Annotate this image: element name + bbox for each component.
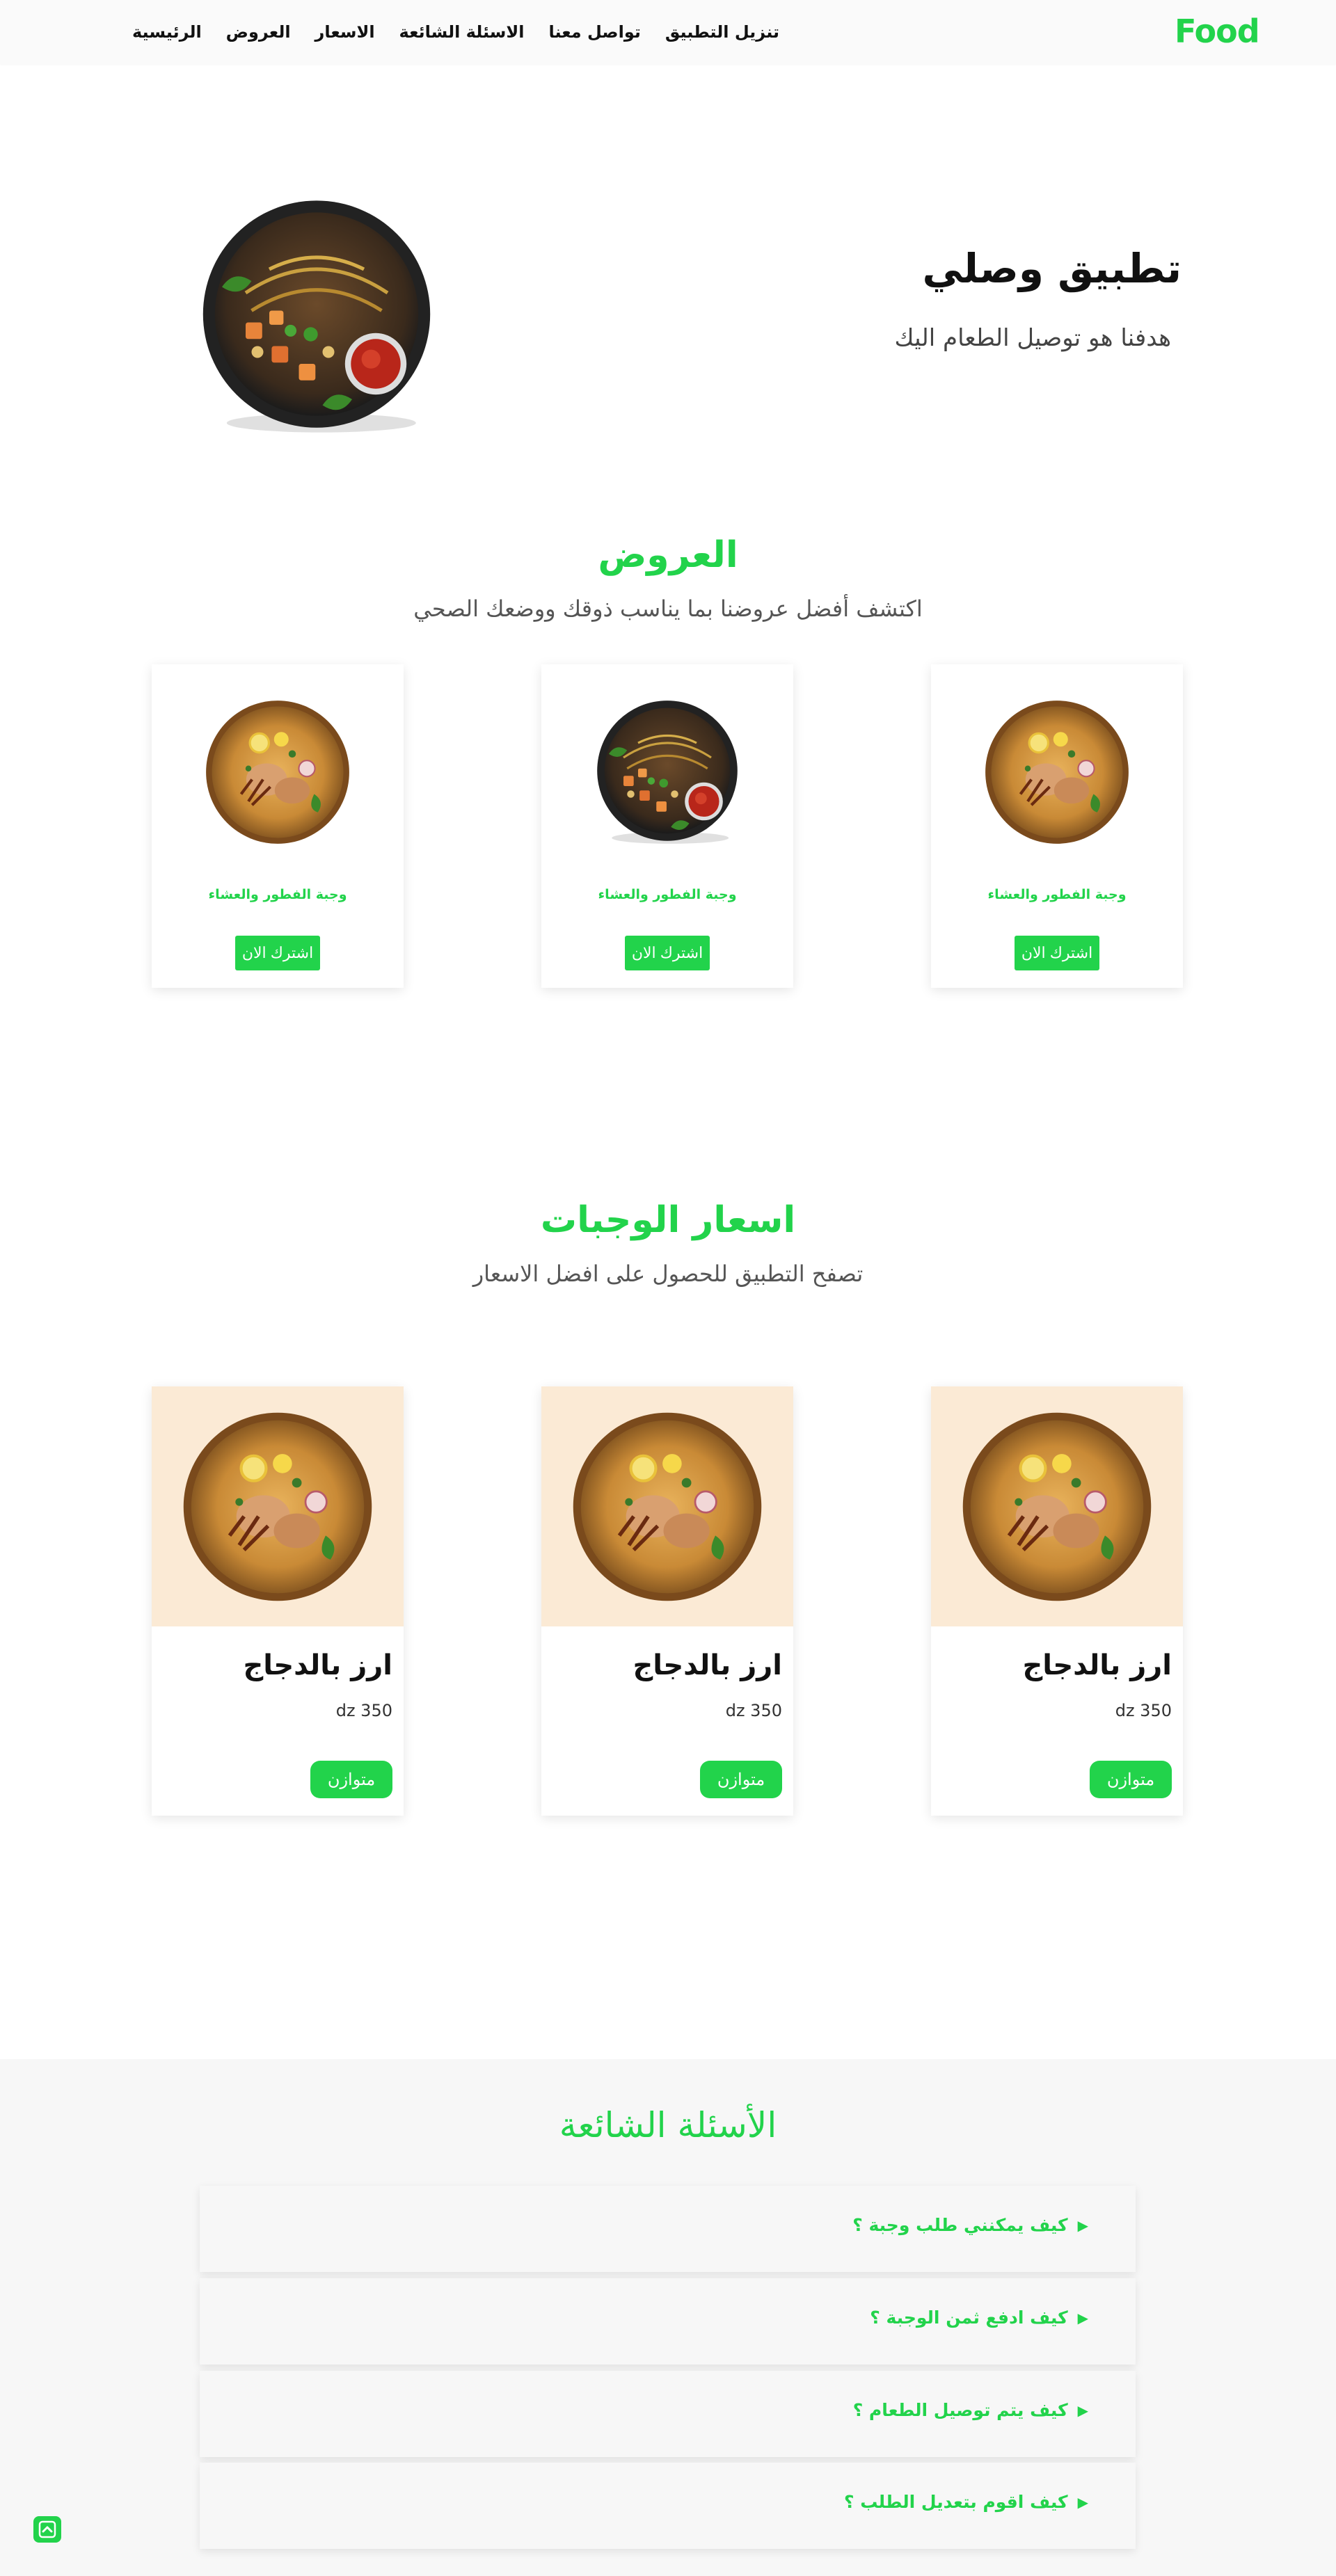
meal-name: ارز بالدجاج bbox=[1022, 1649, 1172, 1681]
subscribe-button[interactable]: اشترك الان bbox=[1015, 936, 1099, 970]
nav-links: الرئيسية العروض الاسعار الاسئلة الشائعة … bbox=[132, 18, 779, 46]
faq-question-text: كيف اقوم بتعديل الطلب ؟ bbox=[844, 2492, 1068, 2512]
meal-image-frame bbox=[152, 1386, 404, 1626]
nav-link-download[interactable]: تنزيل التطبيق bbox=[665, 22, 779, 42]
chevron-up-icon bbox=[38, 2520, 56, 2538]
faq-question: ▶ كيف ادفع ثمن الوجبة ؟ bbox=[870, 2307, 1088, 2328]
prices-title: اسعار الوجبات bbox=[540, 1199, 796, 1241]
faq-item[interactable]: ▶ كيف اقوم بتعديل الطلب ؟ bbox=[200, 2463, 1136, 2549]
offer-card: وجبة الفطور والعشاء اشترك الان bbox=[931, 664, 1183, 988]
meal-price: dz 350 bbox=[725, 1701, 782, 1720]
meal-name: ارز بالدجاج bbox=[243, 1649, 392, 1681]
offer-label: وجبة الفطور والعشاء bbox=[208, 887, 347, 902]
meal-price: dz 350 bbox=[1115, 1701, 1172, 1720]
faq-question-text: كيف ادفع ثمن الوجبة ؟ bbox=[870, 2307, 1068, 2328]
food-bowl-image bbox=[198, 198, 435, 435]
faq-title: الأسئلة الشائعة bbox=[559, 2105, 777, 2145]
subscribe-button[interactable]: اشترك الان bbox=[625, 936, 710, 970]
faq-question: ▶ كيف يمكنني طلب وجبة ؟ bbox=[852, 2215, 1088, 2235]
caret-right-icon: ▶ bbox=[1077, 2216, 1088, 2234]
faq-question: ▶ كيف اقوم بتعديل الطلب ؟ bbox=[844, 2492, 1088, 2512]
balanced-tag-button[interactable]: متوازن bbox=[1090, 1761, 1172, 1798]
faq-section: الأسئلة الشائعة ▶ كيف يمكنني طلب وجبة ؟ … bbox=[0, 2059, 1336, 2576]
faq-question: ▶ كيف يتم توصيل الطعام ؟ bbox=[853, 2400, 1088, 2420]
meal-image-frame bbox=[541, 1386, 793, 1626]
faq-item[interactable]: ▶ كيف يمكنني طلب وجبة ؟ bbox=[200, 2186, 1136, 2272]
biryani-plate-image bbox=[984, 699, 1130, 845]
brand-logo[interactable]: Food bbox=[1175, 13, 1260, 50]
meal-price: dz 350 bbox=[335, 1701, 392, 1720]
offers-subtitle: اكتشف أفضل عروضنا بما يناسب ذوقك ووضعك ا… bbox=[413, 595, 923, 622]
offer-label: وجبة الفطور والعشاء bbox=[987, 887, 1127, 902]
biryani-plate-image bbox=[205, 699, 351, 845]
biryani-plate-image bbox=[961, 1411, 1153, 1603]
hero-title: تطبيق وصلي bbox=[922, 245, 1182, 292]
caret-right-icon: ▶ bbox=[1077, 2493, 1088, 2511]
meal-name: ارز بالدجاج bbox=[633, 1649, 782, 1681]
nav-link-home[interactable]: الرئيسية bbox=[132, 22, 202, 42]
offers-title: العروض bbox=[598, 534, 738, 576]
hero-subtitle: هدفنا هو توصيل الطعام اليك bbox=[894, 324, 1171, 352]
caret-right-icon: ▶ bbox=[1077, 2401, 1088, 2419]
nav-link-offers[interactable]: العروض bbox=[226, 22, 291, 42]
balanced-tag-button[interactable]: متوازن bbox=[310, 1761, 392, 1798]
faq-question-text: كيف يمكنني طلب وجبة ؟ bbox=[852, 2215, 1068, 2235]
price-card: ارز بالدجاج dz 350 متوازن bbox=[152, 1386, 404, 1816]
nav-link-contact[interactable]: تواصل معنا bbox=[548, 22, 640, 42]
price-card: ارز بالدجاج dz 350 متوازن bbox=[931, 1386, 1183, 1816]
scroll-top-button[interactable] bbox=[33, 2516, 61, 2543]
offer-label: وجبة الفطور والعشاء bbox=[598, 887, 737, 902]
prices-subtitle: تصفح التطبيق للحصول على افضل الاسعار bbox=[472, 1261, 864, 1287]
food-bowl-image bbox=[594, 699, 740, 845]
biryani-plate-image bbox=[571, 1411, 763, 1603]
nav-link-prices[interactable]: الاسعار bbox=[315, 22, 375, 42]
caret-right-icon: ▶ bbox=[1077, 2309, 1088, 2326]
faq-question-text: كيف يتم توصيل الطعام ؟ bbox=[852, 2400, 1068, 2420]
subscribe-button[interactable]: اشترك الان bbox=[235, 936, 320, 970]
meal-image-frame bbox=[931, 1386, 1183, 1626]
biryani-plate-image bbox=[182, 1411, 374, 1603]
top-navbar: Food الرئيسية العروض الاسعار الاسئلة الش… bbox=[0, 0, 1336, 64]
nav-link-faq[interactable]: الاسئلة الشائعة bbox=[399, 22, 525, 42]
offer-card: وجبة الفطور والعشاء اشترك الان bbox=[152, 664, 404, 988]
faq-item[interactable]: ▶ كيف يتم توصيل الطعام ؟ bbox=[200, 2371, 1136, 2457]
price-card: ارز بالدجاج dz 350 متوازن bbox=[541, 1386, 793, 1816]
faq-item[interactable]: ▶ كيف ادفع ثمن الوجبة ؟ bbox=[200, 2278, 1136, 2365]
balanced-tag-button[interactable]: متوازن bbox=[700, 1761, 782, 1798]
offer-card: وجبة الفطور والعشاء اشترك الان bbox=[541, 664, 793, 988]
